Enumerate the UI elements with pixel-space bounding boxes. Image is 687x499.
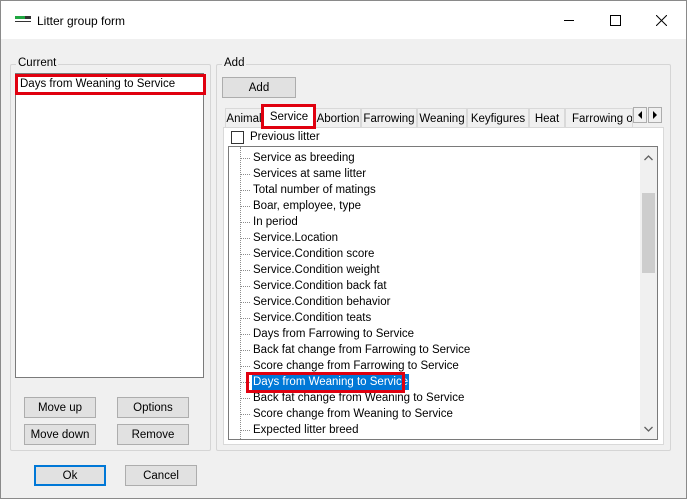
tree-connector-tick bbox=[241, 302, 250, 303]
tree-item[interactable]: Service as breeding bbox=[252, 150, 356, 166]
tree-item[interactable]: Services at same litter bbox=[252, 166, 367, 182]
chevron-up-icon bbox=[644, 154, 653, 160]
tree-connector-tick bbox=[241, 366, 250, 367]
add-group-label: Add bbox=[222, 57, 247, 69]
tab-keyfigures[interactable]: Keyfigures bbox=[467, 108, 529, 128]
tree-connector-tick bbox=[241, 430, 250, 431]
tree-item[interactable]: In period bbox=[252, 214, 299, 230]
chevron-down-icon bbox=[644, 426, 653, 432]
tab-abortion[interactable]: Abortion bbox=[315, 108, 361, 128]
maximize-icon bbox=[609, 14, 621, 26]
close-icon bbox=[655, 14, 667, 26]
scroll-down-button[interactable] bbox=[640, 420, 657, 437]
tree-connector-tick bbox=[241, 174, 250, 175]
tab-farrowing[interactable]: Farrowing bbox=[361, 108, 417, 128]
previous-litter-label: Previous litter bbox=[250, 131, 320, 143]
tree-item[interactable]: Expected litter breed bbox=[252, 422, 359, 438]
tree-item[interactable]: Service.Condition score bbox=[252, 246, 375, 262]
minimize-icon bbox=[563, 19, 574, 21]
maximize-button[interactable] bbox=[592, 1, 638, 39]
tree-item[interactable]: Total number of matings bbox=[252, 182, 377, 198]
tab-strip: Animal Service Abortion Farrowing Weanin… bbox=[225, 104, 665, 129]
app-icon bbox=[15, 16, 31, 24]
tree-item[interactable]: Days from Farrowing to Service bbox=[252, 326, 415, 342]
tree-connector-tick bbox=[241, 382, 250, 383]
tree-scrollbar[interactable] bbox=[640, 147, 657, 439]
tree-item[interactable]: Service.Condition weight bbox=[252, 262, 381, 278]
tree-item[interactable]: Service.Condition teats bbox=[252, 310, 372, 326]
tree-connector-tick bbox=[241, 318, 250, 319]
tree-connector-tick bbox=[241, 206, 250, 207]
tree-connector-tick bbox=[241, 190, 250, 191]
tree-connector-tick bbox=[241, 398, 250, 399]
tree-connector-tick bbox=[241, 350, 250, 351]
tab-weaning[interactable]: Weaning bbox=[417, 108, 467, 128]
title-bar: Litter group form bbox=[1, 1, 686, 39]
tab-farrowing-ob[interactable]: Farrowing ob bbox=[565, 108, 633, 128]
options-button[interactable]: Options bbox=[117, 397, 189, 418]
tree-connector-tick bbox=[241, 334, 250, 335]
current-list-item[interactable]: Days from Weaning to Service bbox=[20, 78, 175, 90]
tree-item[interactable]: Days from Weaning to Service bbox=[252, 374, 410, 390]
service-tree-view[interactable]: Service as breeding Services at same litt… bbox=[228, 146, 658, 440]
tree-item[interactable]: Score change from Farrowing to Service bbox=[252, 358, 460, 374]
tree-item[interactable]: Service.Condition behavior bbox=[252, 294, 391, 310]
tree-connector-tick bbox=[241, 270, 250, 271]
tab-service[interactable]: Service bbox=[263, 104, 315, 129]
chevron-right-icon bbox=[653, 111, 657, 119]
close-button[interactable] bbox=[638, 1, 684, 39]
tree-item[interactable]: Back fat change from Farrowing to Servic… bbox=[252, 342, 471, 358]
add-button[interactable]: Add bbox=[222, 77, 296, 98]
scroll-up-button[interactable] bbox=[640, 149, 657, 166]
previous-litter-checkbox[interactable] bbox=[231, 131, 244, 144]
tree-connector-tick bbox=[241, 414, 250, 415]
tree-connector-tick bbox=[241, 254, 250, 255]
tree-connector-tick bbox=[241, 222, 250, 223]
cancel-button[interactable]: Cancel bbox=[125, 465, 197, 486]
tree-item[interactable]: Service.Condition back fat bbox=[252, 278, 388, 294]
window-title: Litter group form bbox=[37, 14, 126, 28]
scroll-thumb[interactable] bbox=[642, 193, 655, 273]
tree-item[interactable]: Back fat change from Weaning to Service bbox=[252, 390, 465, 406]
chevron-left-icon bbox=[638, 111, 642, 119]
tab-heat[interactable]: Heat bbox=[529, 108, 565, 128]
tree-connector-tick bbox=[241, 158, 250, 159]
ok-button[interactable]: Ok bbox=[34, 465, 106, 486]
move-up-button[interactable]: Move up bbox=[24, 397, 96, 418]
tree-item[interactable]: Score change from Weaning to Service bbox=[252, 406, 454, 422]
tree-connector-tick bbox=[241, 238, 250, 239]
move-down-button[interactable]: Move down bbox=[24, 424, 96, 445]
remove-button[interactable]: Remove bbox=[117, 424, 189, 445]
current-listbox[interactable]: Days from Weaning to Service bbox=[15, 73, 204, 378]
tab-scroll-left[interactable] bbox=[633, 107, 647, 123]
tab-scroll-right[interactable] bbox=[648, 107, 662, 123]
tab-animal[interactable]: Animal bbox=[225, 108, 263, 128]
minimize-button[interactable] bbox=[546, 1, 592, 39]
tree-connector-tick bbox=[241, 286, 250, 287]
litter-group-form-window: Litter group form Current Days from Wean… bbox=[0, 0, 687, 499]
current-group-label: Current bbox=[16, 57, 59, 69]
tree-item[interactable]: Service.Location bbox=[252, 230, 339, 246]
tree-item[interactable]: Boar, employee, type bbox=[252, 198, 362, 214]
